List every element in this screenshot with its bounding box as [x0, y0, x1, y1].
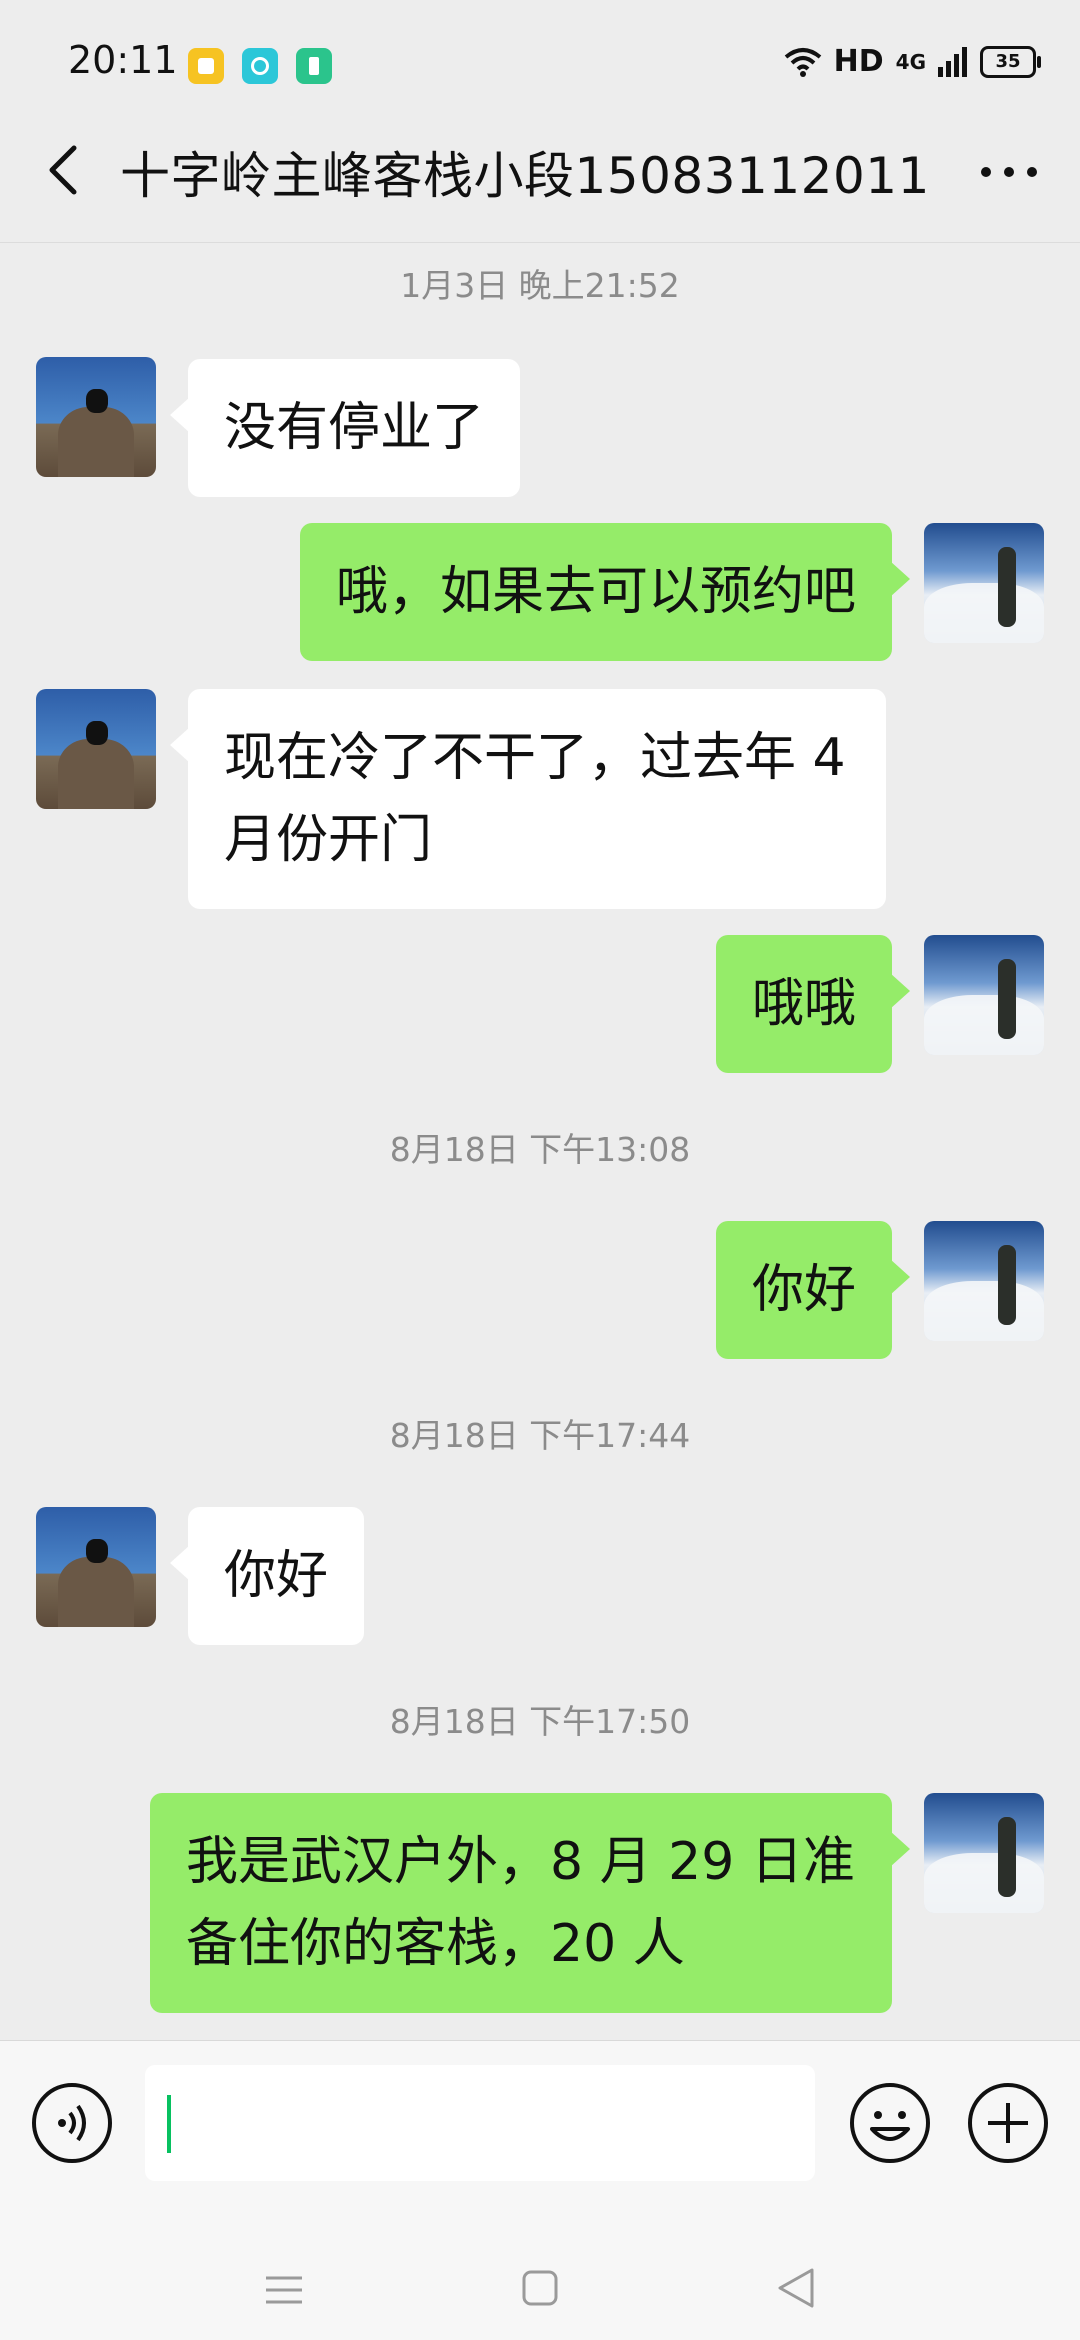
battery-level: 35: [995, 51, 1021, 72]
time-divider: 8月18日 下午13:08: [389, 1130, 691, 1169]
battery-icon: 35: [980, 45, 1041, 78]
battery-saver-app-icon: [296, 48, 332, 84]
time-divider: 8月18日 下午17:50: [389, 1702, 691, 1741]
avatar-self[interactable]: [924, 935, 1044, 1055]
plus-icon[interactable]: [966, 2081, 1050, 2165]
avatar-contact[interactable]: [36, 1507, 156, 1627]
message-input[interactable]: [145, 2065, 815, 2181]
notes-app-icon: [188, 48, 224, 84]
system-nav-bar: [0, 2240, 1080, 2340]
status-time: 20:11: [68, 38, 178, 82]
input-bar: [0, 2040, 1080, 2241]
message-received[interactable]: 现在冷了不干了，过去年 4 月份开门: [170, 689, 886, 909]
hd-label: HD: [833, 44, 884, 79]
home-icon[interactable]: [520, 2268, 560, 2308]
more-dots-icon[interactable]: [974, 152, 1044, 192]
chevron-left-icon[interactable]: [36, 140, 96, 200]
avatar-self[interactable]: [924, 1793, 1044, 1913]
status-bar: 20:11 HD 4G 35: [0, 0, 1080, 130]
network-type-label: 4G: [895, 49, 926, 74]
time-divider: 1月3日 晚上21:52: [400, 266, 680, 305]
avatar-self[interactable]: [924, 523, 1044, 643]
message-sent[interactable]: 哦，如果去可以预约吧: [299, 523, 911, 661]
message-received[interactable]: 你好: [169, 1507, 365, 1645]
voice-icon[interactable]: [30, 2081, 114, 2165]
text-cursor: [167, 2095, 171, 2153]
signal-icon: [938, 46, 967, 77]
chat-messages[interactable]: 1月3日 晚上21:52 没有停业了 哦，如果去可以预约吧 现在冷了不干了，过去…: [0, 243, 1080, 2043]
camera-app-icon: [242, 48, 278, 84]
message-received[interactable]: 没有停业了: [169, 359, 521, 497]
emoji-icon[interactable]: [848, 2081, 932, 2165]
message-sent[interactable]: 哦哦: [715, 935, 911, 1073]
status-app-icons: [188, 48, 332, 84]
avatar-contact[interactable]: [36, 689, 156, 809]
chat-title: 十字岭主峰客栈小段15083112011: [120, 147, 930, 205]
time-divider: 8月18日 下午17:44: [389, 1416, 691, 1455]
avatar-self[interactable]: [924, 1221, 1044, 1341]
menu-icon[interactable]: [262, 2270, 306, 2310]
message-sent[interactable]: 你好: [715, 1221, 911, 1359]
avatar-contact[interactable]: [36, 357, 156, 477]
chat-header: 十字岭主峰客栈小段15083112011: [0, 130, 1080, 243]
status-indicators: HD 4G 35: [784, 44, 1041, 79]
message-sent[interactable]: 我是武汉户外，8 月 29 日准备住你的客栈，20 人: [150, 1793, 910, 2013]
wifi-icon: [784, 47, 821, 77]
back-triangle-icon[interactable]: [774, 2266, 818, 2310]
